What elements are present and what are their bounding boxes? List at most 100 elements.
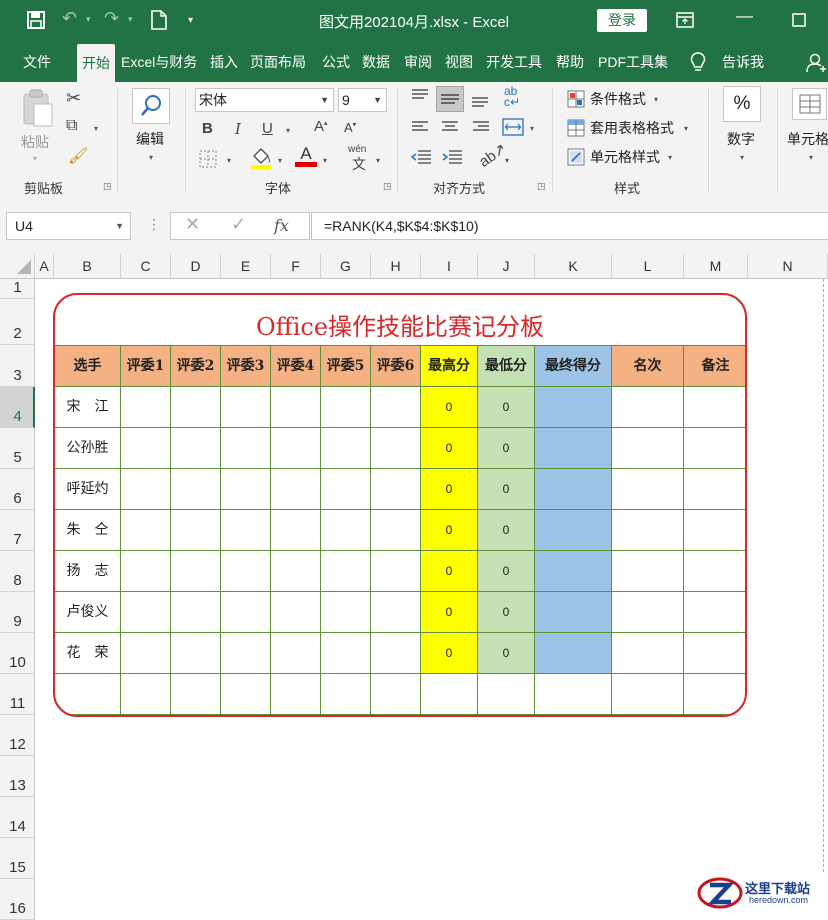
row-header-1[interactable]: 1 (0, 279, 35, 299)
merge-center-icon[interactable] (502, 118, 524, 136)
conditional-format-dropdown-icon[interactable]: ▾ (654, 95, 658, 104)
header-judge1[interactable]: 评委1 (121, 345, 171, 387)
final-cell[interactable] (535, 469, 612, 510)
number-format-dropdown-icon[interactable]: ▾ (740, 153, 744, 162)
paste-button[interactable]: 粘贴 (21, 132, 49, 152)
rank-cell[interactable] (612, 551, 684, 592)
font-color-dropdown-icon[interactable]: ▾ (323, 156, 327, 165)
judge2-cell[interactable] (171, 510, 221, 551)
cell-styles-icon[interactable] (567, 148, 585, 166)
tab-excel-finance[interactable]: Excel与财务 (121, 42, 197, 82)
judge6-cell[interactable] (371, 633, 421, 674)
maximize-icon[interactable] (792, 13, 806, 27)
min-score-cell[interactable]: 0 (478, 428, 535, 469)
worksheet-grid[interactable]: ABCDEFGHIJKLMN 1 2 3 4 5 6 7 8 9 10 11 12 13 14 15 16 O… (0, 254, 828, 920)
row-header-10[interactable]: 10 (0, 633, 35, 674)
player-name-cell[interactable]: 宋 江 (55, 387, 121, 428)
undo-icon[interactable]: ↶ (62, 8, 77, 29)
judge5-cell[interactable] (321, 428, 371, 469)
judge6-cell[interactable] (371, 674, 421, 715)
tab-formulas[interactable]: 公式 (322, 42, 350, 82)
column-header-b[interactable]: B (54, 254, 121, 279)
select-all-corner[interactable] (0, 254, 35, 279)
player-name-cell[interactable]: 呼延灼 (55, 469, 121, 510)
judge2-cell[interactable] (171, 387, 221, 428)
tab-page-layout[interactable]: 页面布局 (250, 42, 306, 82)
player-name-cell[interactable]: 朱 仝 (55, 510, 121, 551)
cells-button[interactable]: 单元格 (787, 129, 828, 149)
fill-color-dropdown-icon[interactable]: ▾ (278, 156, 282, 165)
row-header-16[interactable]: 16 (0, 879, 35, 920)
judge4-cell[interactable] (271, 510, 321, 551)
bold-button[interactable]: B (202, 120, 213, 137)
insert-function-icon[interactable]: fx (274, 216, 289, 235)
max-score-cell[interactable]: 0 (421, 633, 478, 674)
header-judge2[interactable]: 评委2 (171, 345, 221, 387)
redo-dropdown-icon[interactable]: ▾ (128, 14, 133, 25)
column-header-l[interactable]: L (612, 254, 684, 279)
max-score-cell[interactable]: 0 (421, 551, 478, 592)
row-header-2[interactable]: 2 (0, 299, 35, 345)
header-note[interactable]: 备注 (684, 345, 745, 387)
align-center-icon[interactable] (441, 120, 459, 134)
note-cell[interactable] (684, 633, 745, 674)
merge-dropdown-icon[interactable]: ▾ (530, 124, 534, 133)
judge3-cell[interactable] (221, 633, 271, 674)
note-cell[interactable] (684, 510, 745, 551)
column-header-g[interactable]: G (321, 254, 371, 279)
tab-file[interactable]: 文件 (23, 42, 51, 82)
judge5-cell[interactable] (321, 510, 371, 551)
judge6-cell[interactable] (371, 592, 421, 633)
player-name-cell[interactable]: 公孙胜 (55, 428, 121, 469)
format-as-table-button[interactable]: 套用表格格式 (590, 118, 674, 138)
final-cell[interactable] (535, 633, 612, 674)
min-cell[interactable] (478, 674, 535, 715)
judge2-cell[interactable] (171, 469, 221, 510)
font-color-icon[interactable]: A (295, 144, 317, 167)
header-player[interactable]: 选手 (55, 345, 121, 387)
underline-button[interactable]: U (262, 120, 273, 137)
customize-toolbar-icon[interactable]: ▾ (188, 15, 193, 26)
player-cell[interactable] (55, 674, 121, 715)
align-bottom-icon[interactable] (470, 92, 490, 108)
min-score-cell[interactable]: 0 (478, 510, 535, 551)
phonetic-dropdown-icon[interactable]: ▾ (376, 156, 380, 165)
tab-view[interactable]: 视图 (445, 42, 473, 82)
judge4-cell[interactable] (271, 428, 321, 469)
note-cell[interactable] (684, 592, 745, 633)
formula-input[interactable]: =RANK(K4,$K$4:$K$10) (311, 212, 828, 240)
row-header-4[interactable]: 4 (0, 387, 35, 428)
editing-dropdown-icon[interactable]: ▾ (149, 153, 153, 162)
judge1-cell[interactable] (121, 469, 171, 510)
judge4-cell[interactable] (271, 551, 321, 592)
cells-icon[interactable] (792, 88, 828, 120)
max-cell[interactable] (421, 674, 478, 715)
font-name-select[interactable]: 宋体 ▼ (195, 88, 334, 112)
rank-cell[interactable] (612, 469, 684, 510)
column-header-i[interactable]: I (421, 254, 478, 279)
judge1-cell[interactable] (121, 633, 171, 674)
row-header-6[interactable]: 6 (0, 469, 35, 510)
tab-tell-me[interactable]: 告诉我 (722, 42, 764, 82)
increase-indent-icon[interactable] (441, 149, 463, 165)
row-header-3[interactable]: 3 (0, 345, 35, 387)
rank-cell[interactable] (612, 633, 684, 674)
row-header-14[interactable]: 14 (0, 797, 35, 838)
judge3-cell[interactable] (221, 387, 271, 428)
cell-styles-button[interactable]: 单元格样式 (590, 147, 660, 167)
tab-home[interactable]: 开始 (77, 44, 115, 82)
row-header-5[interactable]: 5 (0, 428, 35, 469)
undo-dropdown-icon[interactable]: ▾ (86, 14, 91, 25)
tab-insert[interactable]: 插入 (210, 42, 238, 82)
rank-cell[interactable] (612, 510, 684, 551)
ribbon-display-icon[interactable] (676, 12, 694, 28)
paste-dropdown-icon[interactable]: ▾ (33, 154, 37, 163)
decrease-font-icon[interactable]: A▾ (344, 120, 356, 135)
judge3-cell[interactable] (221, 469, 271, 510)
orientation-dropdown-icon[interactable]: ▾ (505, 156, 509, 165)
rank-cell[interactable] (612, 428, 684, 469)
new-document-icon[interactable] (151, 10, 167, 30)
format-as-table-icon[interactable] (567, 119, 585, 137)
header-max[interactable]: 最高分 (421, 345, 478, 387)
header-judge5[interactable]: 评委5 (321, 345, 371, 387)
